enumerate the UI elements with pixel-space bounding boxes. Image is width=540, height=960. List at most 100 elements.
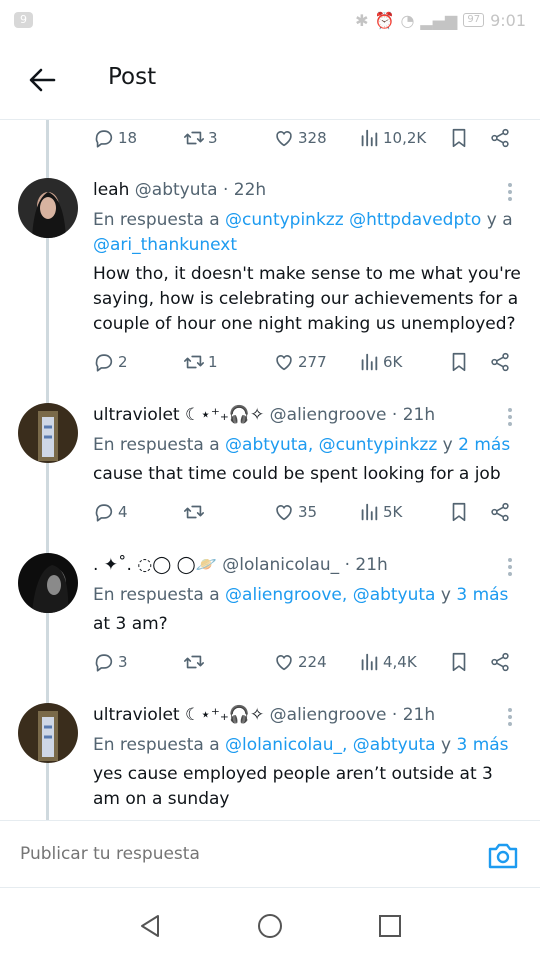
retweet-button[interactable]: [183, 651, 208, 673]
like-button[interactable]: 35: [273, 501, 317, 523]
share-button[interactable]: [489, 127, 511, 149]
alarm-icon: ⏰: [374, 10, 395, 30]
mention-link[interactable]: @aliengroove,: [225, 585, 347, 605]
reply-prefix: En respuesta a: [93, 585, 220, 605]
tweet-text: yes cause employed people aren’t outside…: [93, 764, 493, 809]
reply-context: En respuesta a @aliengroove, @abtyuta y …: [93, 583, 523, 608]
views-icon: [361, 129, 378, 147]
retweet-button[interactable]: [183, 501, 208, 523]
retweet-icon: [184, 131, 204, 145]
share-button[interactable]: [489, 351, 511, 373]
views-button[interactable]: 6K: [358, 351, 402, 373]
reply-input[interactable]: [18, 843, 442, 865]
nav-back-icon[interactable]: [136, 912, 164, 940]
reply-button[interactable]: 18: [93, 127, 137, 149]
more-options-icon[interactable]: [500, 180, 520, 204]
tweet[interactable]: ultraviolet ☾⋆⁺₊🎧✧ @aliengroove · 21h En…: [0, 703, 540, 818]
retweet-button[interactable]: 3: [183, 127, 218, 149]
bookmark-icon: [452, 502, 466, 522]
reply-count: 2: [118, 353, 128, 371]
bookmark-button[interactable]: [448, 651, 470, 673]
reply-icon: [95, 354, 113, 372]
back-arrow-icon[interactable]: [26, 64, 58, 96]
reply-button[interactable]: 4: [93, 501, 128, 523]
views-button[interactable]: 10,2K: [358, 127, 426, 149]
tweet-action-row: 2 1 277 6K: [93, 347, 523, 377]
bookmark-button[interactable]: [448, 127, 470, 149]
notification-count-badge: 9: [14, 12, 33, 28]
more-mentions-link[interactable]: 3 más: [456, 735, 508, 755]
mention-link[interactable]: @abtyuta,: [225, 435, 313, 455]
more-options-icon[interactable]: [500, 555, 520, 579]
reply-count: 4: [118, 503, 128, 521]
mention-link[interactable]: @lolanicolau_,: [225, 735, 347, 755]
nav-recents-icon[interactable]: [376, 912, 404, 940]
more-options-icon[interactable]: [500, 405, 520, 429]
retweet-count: 3: [208, 129, 218, 147]
heart-icon: [276, 505, 292, 521]
views-count: 10,2K: [383, 129, 427, 147]
views-icon: [361, 503, 378, 521]
reply-prefix: En respuesta a: [93, 735, 220, 755]
views-icon: [361, 653, 378, 671]
retweet-icon: [184, 505, 204, 519]
tweet-time: · 22h: [222, 180, 267, 200]
tweet-header: leah @abtyuta · 22h: [93, 178, 266, 202]
camera-icon[interactable]: [486, 841, 520, 871]
avatar[interactable]: [18, 703, 78, 763]
bookmark-button[interactable]: [448, 351, 470, 373]
mention-link[interactable]: @cuntypinkzz: [319, 435, 438, 455]
tweet-action-row: 3 224 4,4K: [93, 647, 523, 677]
wifi-icon: ◔: [400, 10, 415, 30]
more-mentions-link[interactable]: 3 más: [456, 585, 508, 605]
reply-button[interactable]: 3: [93, 651, 128, 673]
author-name[interactable]: leah: [93, 180, 129, 200]
mention-link[interactable]: @httpdavedpto: [349, 210, 481, 230]
mention-link[interactable]: @abtyuta: [353, 585, 436, 605]
like-button[interactable]: 277: [273, 351, 327, 373]
reply-button[interactable]: 2: [93, 351, 128, 373]
like-button[interactable]: 328: [273, 127, 327, 149]
views-button[interactable]: 4,4K: [358, 651, 417, 673]
author-name[interactable]: . ✦˚. ◌◯ ◯🪐: [93, 555, 217, 575]
share-button[interactable]: [489, 651, 511, 673]
share-button[interactable]: [489, 501, 511, 523]
reply-prefix: En respuesta a: [93, 210, 220, 230]
avatar[interactable]: [18, 403, 78, 463]
like-button[interactable]: 224: [273, 651, 327, 673]
mention-link[interactable]: @abtyuta: [353, 735, 436, 755]
status-bar: 9 ✱ ⏰ ◔ ▂▄▆ 97 9:01: [0, 0, 540, 40]
tweet[interactable]: leah @abtyuta · 22h En respuesta a @cunt…: [0, 178, 540, 378]
tweet-text: How tho, it doesn't make sense to me wha…: [93, 264, 521, 334]
avatar[interactable]: [18, 553, 78, 613]
author-handle[interactable]: @aliengroove: [270, 705, 387, 725]
bookmark-button[interactable]: [448, 501, 470, 523]
heart-icon: [276, 355, 292, 371]
reply-context: En respuesta a @abtyuta, @cuntypinkzz y …: [93, 433, 523, 458]
views-count: 4,4K: [383, 653, 417, 671]
mention-link[interactable]: @cuntypinkzz: [225, 210, 344, 230]
author-handle[interactable]: @lolanicolau_: [222, 555, 339, 575]
avatar[interactable]: [18, 178, 78, 238]
tweet-time: · 21h: [391, 405, 436, 425]
share-icon: [491, 652, 509, 672]
author-name[interactable]: ultraviolet ☾⋆⁺₊🎧✧: [93, 405, 264, 425]
views-count: 6K: [383, 353, 403, 371]
retweet-button[interactable]: 1: [183, 351, 218, 373]
like-count: 224: [298, 653, 327, 671]
heart-icon: [276, 655, 292, 671]
tweet[interactable]: ultraviolet ☾⋆⁺₊🎧✧ @aliengroove · 21h En…: [0, 403, 540, 533]
nav-home-icon[interactable]: [256, 912, 284, 940]
like-count: 328: [298, 129, 327, 147]
more-mentions-link[interactable]: 2 más: [458, 435, 510, 455]
author-handle[interactable]: @abtyuta: [135, 180, 218, 200]
views-button[interactable]: 5K: [358, 501, 402, 523]
author-name[interactable]: ultraviolet ☾⋆⁺₊🎧✧: [93, 705, 264, 725]
mention-link[interactable]: @ari_thankunext: [93, 235, 237, 255]
views-icon: [361, 353, 378, 371]
tweet-header: ultraviolet ☾⋆⁺₊🎧✧ @aliengroove · 21h: [93, 403, 435, 427]
author-handle[interactable]: @aliengroove: [270, 405, 387, 425]
tweet[interactable]: . ✦˚. ◌◯ ◯🪐 @lolanicolau_ · 21h En respu…: [0, 553, 540, 683]
tweet-time: · 21h: [391, 705, 436, 725]
more-options-icon[interactable]: [500, 705, 520, 729]
